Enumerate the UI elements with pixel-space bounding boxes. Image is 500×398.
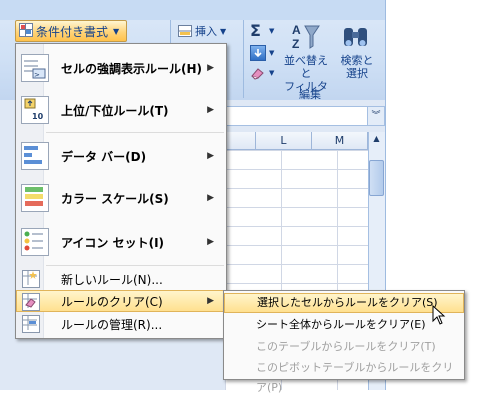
- new-rule-icon: [22, 270, 40, 288]
- menu-item-manage-rules[interactable]: ルールの管理(R)...: [16, 314, 226, 334]
- column-header-l[interactable]: L: [256, 132, 312, 150]
- menu-separator: [46, 265, 224, 266]
- sort-filter-icon: A Z: [292, 23, 320, 51]
- conditional-formatting-button[interactable]: 条件付き書式 ▼: [15, 20, 127, 42]
- group-divider: [243, 20, 244, 98]
- menu-item-label: ルールの管理(R)...: [61, 317, 163, 332]
- menu-item-label: データ バー(D): [61, 149, 147, 164]
- data-bars-icon: [21, 142, 49, 170]
- column-header-m[interactable]: M: [312, 132, 368, 150]
- column-label: M: [334, 134, 345, 147]
- insert-label: 挿入: [195, 25, 217, 38]
- find-select-label: 検索と 選択: [340, 54, 374, 80]
- sort-filter-button[interactable]: A Z 並べ替えと フィルタ: [280, 22, 332, 93]
- menu-item-label: 新しいルール(N)...: [61, 272, 163, 287]
- submenu-item-label: 選択したセルからルールをクリア(S): [257, 296, 438, 309]
- color-scales-icon: [21, 184, 49, 212]
- fill-down-icon: [254, 49, 262, 58]
- menu-item-label: セルの強調表示ルール(H): [61, 61, 203, 76]
- mouse-cursor-icon: [432, 305, 446, 325]
- chevron-down-icon: ▼: [113, 26, 120, 36]
- find-select-button[interactable]: 検索と 選択: [335, 22, 379, 84]
- insert-cells-icon: [178, 25, 192, 37]
- clear-rules-icon: [22, 293, 40, 311]
- menu-item-label: ルールのクリア(C): [61, 294, 163, 309]
- menu-item-highlight-cells-rules[interactable]: > セルの強調表示ルール(H) ▶: [16, 50, 226, 86]
- binoculars-icon: [344, 28, 367, 46]
- menu-item-top-bottom-rules[interactable]: 10 上位/下位ルール(T) ▶: [16, 92, 226, 128]
- submenu-item-clear-entire-sheet[interactable]: シート全体からルールをクリア(E): [224, 315, 464, 335]
- submenu-arrow-icon: ▶: [207, 151, 214, 161]
- sum-icon: Σ: [250, 21, 261, 40]
- chevron-down-icon: ▼: [220, 26, 227, 36]
- top-bottom-icon: 10: [21, 96, 49, 124]
- chevron-down-icon[interactable]: ▼: [269, 69, 274, 77]
- menu-item-clear-rules[interactable]: ルールのクリア(C) ▶: [16, 290, 226, 312]
- submenu-arrow-icon: ▶: [207, 105, 214, 115]
- submenu-item-clear-selected-cells[interactable]: 選択したセルからルールをクリア(S): [224, 293, 464, 313]
- formula-bar[interactable]: [225, 106, 385, 126]
- submenu-arrow-icon: ▶: [207, 193, 214, 203]
- double-chevron-down-icon: ︾: [371, 111, 381, 121]
- column-header[interactable]: [225, 132, 256, 150]
- menu-item-color-scales[interactable]: カラー スケール(S) ▶: [16, 180, 226, 216]
- insert-button[interactable]: 挿入 ▼: [178, 22, 238, 40]
- svg-text:10: 10: [32, 112, 44, 121]
- expand-formula-bar-button[interactable]: ︾: [367, 107, 384, 125]
- column-label: L: [280, 134, 287, 147]
- menu-item-label: アイコン セット(I): [61, 235, 165, 250]
- svg-text:A: A: [292, 23, 301, 37]
- menu-separator: [46, 132, 224, 133]
- submenu-item-clear-this-pivottable: このピボットテーブルからルールをクリア(P): [224, 358, 464, 394]
- menu-item-data-bars[interactable]: データ バー(D) ▶: [16, 138, 226, 174]
- menu-item-new-rule[interactable]: 新しいルール(N)...: [16, 269, 226, 289]
- scrollbar-thumb[interactable]: [369, 160, 384, 196]
- svg-text:Z: Z: [292, 37, 299, 51]
- submenu-arrow-icon: ▶: [207, 63, 214, 73]
- submenu-item-clear-this-table: このテーブルからルールをクリア(T): [224, 337, 464, 357]
- scroll-up-arrow-icon[interactable]: ▲: [369, 134, 384, 148]
- submenu-arrow-icon: ▶: [207, 296, 214, 306]
- conditional-formatting-icon: [19, 22, 33, 40]
- conditional-formatting-label: 条件付き書式: [36, 24, 109, 39]
- svg-text:>: >: [34, 71, 40, 79]
- eraser-icon: [251, 68, 264, 80]
- menu-item-label: カラー スケール(S): [61, 191, 169, 206]
- submenu-arrow-icon: ▶: [207, 237, 214, 247]
- manage-rules-icon: [22, 315, 40, 333]
- clear-button[interactable]: [250, 66, 266, 80]
- fill-button[interactable]: [250, 45, 266, 61]
- submenu-item-label: シート全体からルールをクリア(E): [256, 318, 426, 331]
- menu-item-icon-sets[interactable]: アイコン セット(I) ▶: [16, 224, 226, 260]
- highlight-cells-icon: >: [21, 54, 49, 82]
- submenu-item-label: このテーブルからルールをクリア(T): [256, 340, 436, 353]
- chevron-down-icon[interactable]: ▼: [269, 27, 274, 35]
- icon-sets-icon: [21, 228, 49, 256]
- menu-item-label: 上位/下位ルール(T): [61, 103, 169, 118]
- chevron-down-icon[interactable]: ▼: [269, 49, 274, 57]
